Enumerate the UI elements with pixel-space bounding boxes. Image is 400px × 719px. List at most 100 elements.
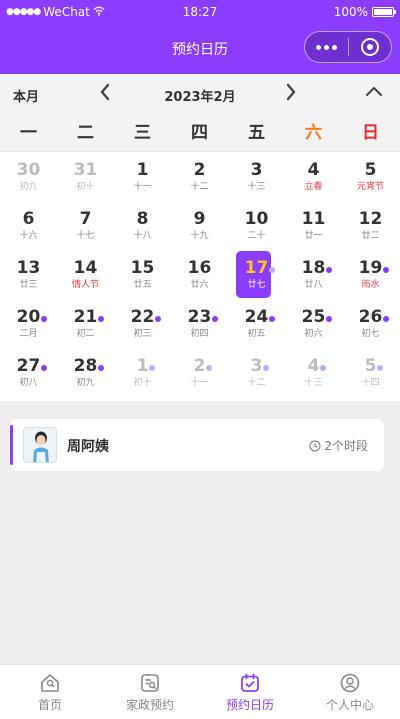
day-cell[interactable]: 30 初九 [0, 153, 57, 202]
clock-icon [309, 440, 321, 451]
day-cell[interactable]: 5 元宵节 [342, 153, 399, 202]
day-cell[interactable]: 18 廿八 [285, 251, 342, 300]
day-cell[interactable]: 1 十一 [114, 153, 171, 202]
day-cell[interactable]: 26 初七 [342, 300, 399, 349]
day-cell[interactable]: 23 初四 [171, 300, 228, 349]
day-cell[interactable]: 11 廿一 [285, 202, 342, 251]
appointment-dot [383, 267, 390, 273]
user-icon [340, 673, 360, 693]
appointment-dot [383, 316, 390, 322]
lunar-date: 廿五 [133, 280, 152, 290]
day-number: 1 [136, 160, 149, 180]
day-cell[interactable]: 16 廿六 [171, 251, 228, 300]
day-cell[interactable]: 24 初五 [228, 300, 285, 349]
lunar-date: 情人节 [71, 280, 99, 290]
day-cell[interactable]: 1 初十 [114, 349, 171, 398]
day-number: 13 [16, 258, 41, 278]
day-cell[interactable]: 8 十八 [114, 202, 171, 251]
lunar-date: 初五 [247, 329, 266, 339]
lunar-date: 立春 [304, 182, 323, 192]
close-button[interactable] [348, 32, 391, 62]
day-cell[interactable]: 2 十二 [171, 153, 228, 202]
nav-bar: 预约日历 [0, 24, 400, 74]
day-number: 6 [22, 209, 35, 229]
week-row: 30 初九 31 初十 1 十一 2 十二 3 十三 4 立春 5 元宵节 [0, 153, 400, 202]
day-number: 2 [193, 160, 206, 180]
day-cell[interactable]: 9 十九 [171, 202, 228, 251]
appointment-dot [41, 316, 48, 322]
day-number: 10 [244, 209, 269, 229]
day-number: 15 [130, 258, 155, 278]
tab-home[interactable]: 首页 [0, 665, 100, 719]
lunar-date: 廿二 [361, 231, 380, 241]
appointment-dot [320, 365, 327, 371]
day-number: 8 [136, 209, 149, 229]
weekday-header: 一二三四五六日 [0, 114, 400, 152]
day-cell[interactable]: 20 二月 [0, 300, 57, 349]
chevron-right-icon [286, 83, 296, 101]
day-cell[interactable]: 15 廿五 [114, 251, 171, 300]
appointment-dot [41, 365, 48, 371]
day-grid: 30 初九 31 初十 1 十一 2 十二 3 十三 4 立春 5 元宵节 6 十六 7 十七 8 十八 9 十九 10 二十… [0, 153, 400, 398]
day-number: 7 [79, 209, 92, 229]
next-month-button[interactable] [284, 82, 298, 108]
day-cell[interactable]: 19 雨水 [342, 251, 399, 300]
day-cell[interactable]: 25 初六 [285, 300, 342, 349]
day-cell[interactable]: 7 十七 [57, 202, 114, 251]
prev-month-button[interactable] [98, 82, 112, 108]
day-cell[interactable]: 12 廿二 [342, 202, 399, 251]
tab-booking[interactable]: 家政预约 [100, 665, 200, 719]
tab-bar: 首页 家政预约 预约日历 个人中心 [0, 664, 400, 719]
status-bar: ●●●●● WeChat 18:27 100% [0, 0, 400, 24]
day-cell[interactable]: 6 十六 [0, 202, 57, 251]
day-cell[interactable]: 28 初九 [57, 349, 114, 398]
day-cell-today[interactable]: 17 廿七 [228, 251, 285, 300]
day-cell[interactable]: 4 立春 [285, 153, 342, 202]
day-cell[interactable]: 22 初三 [114, 300, 171, 349]
day-cell[interactable]: 13 廿三 [0, 251, 57, 300]
this-month-button[interactable]: 本月 [13, 86, 39, 105]
lunar-date: 二十 [247, 231, 266, 241]
appointment-dot [377, 365, 384, 371]
day-number: 3 [250, 160, 263, 180]
lunar-date: 初四 [190, 329, 209, 339]
day-number: 31 [73, 160, 98, 180]
helper-name: 周阿姨 [67, 439, 109, 455]
day-cell[interactable]: 3 十三 [228, 153, 285, 202]
day-number: 1 [137, 357, 156, 376]
appointment-dot [269, 267, 276, 273]
tab-calendar[interactable]: 预约日历 [200, 665, 300, 719]
day-cell[interactable]: 14 情人节 [57, 251, 114, 300]
month-bar: 本月 2023年2月 [0, 74, 400, 114]
lunar-date: 初十 [133, 378, 152, 388]
appointment-dot [263, 365, 270, 371]
lunar-date: 十一 [133, 182, 152, 192]
battery-fill [374, 9, 392, 15]
lunar-date: 十四 [361, 378, 380, 388]
day-cell[interactable]: 27 初八 [0, 349, 57, 398]
lunar-date: 元宵节 [356, 182, 384, 192]
lunar-date: 初三 [133, 329, 152, 339]
appointment-dot [326, 316, 333, 322]
calendar: 本月 2023年2月 一二三四五六日 30 初九 31 初十 1 十一 2 十二 3 十三 4 立春 5… [0, 74, 400, 401]
day-cell[interactable]: 4 十三 [285, 349, 342, 398]
time-slots-label: 2个时段 [324, 439, 368, 453]
day-cell[interactable]: 2 十一 [171, 349, 228, 398]
weekday-label: 一 [20, 123, 37, 143]
day-number: 18 [302, 259, 333, 278]
day-cell[interactable]: 3 十二 [228, 349, 285, 398]
tab-profile[interactable]: 个人中心 [300, 665, 400, 719]
lunar-date: 初十 [76, 182, 95, 192]
tab-booking-label: 家政预约 [125, 698, 174, 712]
day-number: 17 [245, 259, 276, 278]
day-cell[interactable]: 5 十四 [342, 349, 399, 398]
more-button[interactable] [305, 32, 348, 62]
chevron-up-icon [366, 87, 382, 96]
tab-home-label: 首页 [37, 698, 62, 712]
day-cell[interactable]: 31 初十 [57, 153, 114, 202]
collapse-button[interactable] [364, 82, 384, 107]
appointment-card[interactable]: 周阿姨 2个时段 [10, 419, 384, 471]
lunar-date: 初二 [76, 329, 95, 339]
day-cell[interactable]: 10 二十 [228, 202, 285, 251]
day-cell[interactable]: 21 初二 [57, 300, 114, 349]
